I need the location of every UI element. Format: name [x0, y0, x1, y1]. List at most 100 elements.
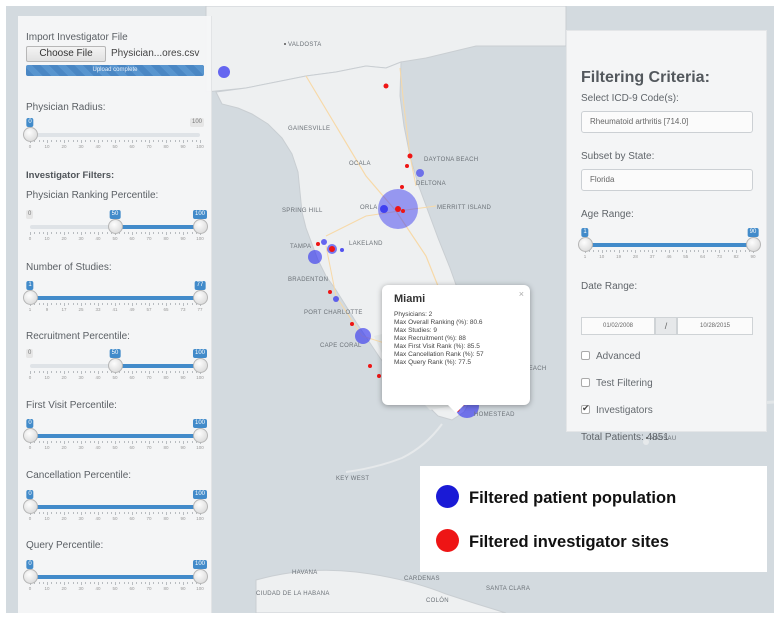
slider-tick-label: 70 [146, 516, 152, 521]
slider-tick [85, 582, 87, 584]
slider-tick [170, 232, 172, 234]
slider-tick [727, 250, 729, 252]
slider-handle[interactable] [193, 499, 208, 514]
slider-tick [161, 371, 163, 373]
slider-tick-label: 50 [112, 375, 118, 380]
slider-tick-label: 37 [649, 254, 655, 259]
investigator-marker[interactable] [401, 209, 405, 213]
slider-tick [652, 250, 654, 253]
slider-tick [140, 371, 142, 373]
checkbox-box[interactable] [581, 378, 590, 387]
slider-handle[interactable] [23, 290, 38, 305]
patient-marker[interactable] [355, 328, 371, 344]
investigator-marker[interactable] [377, 374, 381, 378]
first-visit-slider[interactable]: 0 10 20 30 40 50 60 70 80 90 100 0 100 [23, 419, 208, 451]
patient-marker[interactable] [308, 250, 322, 264]
slider-tick [187, 582, 189, 584]
ranking-label: Physician Ranking Percentile: [26, 190, 159, 201]
patient-marker[interactable] [321, 239, 327, 245]
slider-tick-label: 46 [666, 254, 672, 259]
slider-tick [161, 582, 163, 584]
checkbox-box-checked[interactable] [581, 403, 590, 414]
recruitment-slider[interactable]: 0 0 10 20 30 40 50 60 70 80 90 100 50 100 [26, 349, 208, 380]
close-icon[interactable]: × [519, 289, 524, 299]
slider-tick-label: 100 [196, 375, 204, 380]
physician-radius-label: Physician Radius: [26, 102, 106, 113]
age-range-slider[interactable]: 1 10 19 28 37 46 55 64 73 82 90 1 90 [578, 228, 761, 259]
slider-tick-labels: 0 10 20 30 40 50 60 70 80 90 100 [26, 236, 204, 242]
slider-handle[interactable] [23, 569, 38, 584]
slider-tick [59, 303, 61, 305]
icd-select[interactable]: Rheumatoid arthritis [714.0] [581, 111, 753, 133]
slider-tick-label: 0 [28, 445, 32, 450]
slider-handle[interactable] [193, 290, 208, 305]
slider-tick [614, 250, 616, 252]
investigator-marker[interactable] [405, 164, 409, 168]
investigator-marker[interactable] [383, 83, 389, 89]
slider-tick-label: 73 [180, 307, 186, 312]
slider-tick-label: 0 [28, 586, 32, 591]
slider-tick-labels: 0 10 20 30 40 50 60 70 80 90 100 [26, 445, 204, 451]
slider-tick [136, 232, 138, 234]
date-to-input[interactable]: 10/28/2015 [677, 317, 753, 335]
patient-marker[interactable] [380, 205, 388, 213]
investigators-checkbox[interactable]: Investigators [581, 403, 653, 416]
patient-marker[interactable] [416, 169, 424, 177]
slider-tick-label: 80 [163, 516, 169, 521]
cancellation-slider[interactable]: 0 10 20 30 40 50 60 70 80 90 100 0 100 [23, 490, 208, 521]
slider-tick [85, 303, 87, 305]
patient-marker[interactable] [218, 66, 230, 78]
query-slider[interactable]: 0 10 20 30 40 50 60 70 80 90 100 0 100 [23, 560, 208, 592]
slider-tick [98, 232, 99, 235]
investigator-marker[interactable] [329, 246, 335, 252]
studies-slider[interactable]: 1 9 17 25 33 41 49 57 65 73 77 1 77 [23, 281, 208, 312]
slider-tick-label: 41 [112, 307, 118, 312]
checkbox-box[interactable] [581, 351, 590, 360]
slider-handle[interactable] [23, 428, 38, 443]
slider-tick-labels: 0 10 20 30 40 50 60 70 80 90 100 [26, 586, 204, 592]
slider-handle[interactable] [746, 237, 761, 252]
slider-tick [68, 441, 70, 443]
slider-tick [38, 512, 40, 514]
slider-handle[interactable] [193, 358, 208, 373]
date-from-input[interactable]: 01/02/2008 [581, 317, 655, 335]
slider-handle[interactable] [23, 127, 38, 142]
slider-handle[interactable] [108, 219, 123, 234]
slider-tick [136, 371, 138, 373]
slider-tick [110, 140, 112, 142]
investigator-marker[interactable] [368, 364, 372, 368]
patient-marker[interactable] [340, 248, 344, 252]
slider-tick [106, 371, 108, 373]
slider-tick [51, 140, 53, 142]
slider-tick [102, 441, 104, 443]
investigator-marker[interactable] [350, 322, 354, 326]
slider-handle[interactable] [193, 569, 208, 584]
investigator-marker[interactable] [400, 185, 404, 189]
slider-tick [76, 140, 78, 142]
investigator-marker[interactable] [328, 290, 332, 294]
investigator-marker[interactable] [407, 153, 413, 159]
physician-radius-slider[interactable]: 100 0 10 20 30 40 50 60 70 80 90 100 0 [23, 118, 204, 149]
advanced-checkbox[interactable]: Advanced [581, 351, 640, 362]
slider-tick [618, 250, 620, 253]
slider-handle[interactable] [193, 428, 208, 443]
slider-handle[interactable] [578, 237, 593, 252]
slider-tick [76, 512, 78, 514]
ranking-slider[interactable]: 0 0 10 20 30 40 50 60 70 80 90 100 50 100 [26, 210, 208, 242]
slider-handle[interactable] [23, 499, 38, 514]
slider-tick [601, 250, 603, 253]
slider-fill [30, 505, 200, 509]
investigator-marker[interactable] [316, 242, 320, 246]
slider-value-badge: 100 [192, 210, 208, 219]
slider-tick [64, 232, 65, 235]
test-filtering-checkbox[interactable]: Test Filtering [581, 378, 653, 389]
slider-tick [685, 250, 687, 253]
slider-tick [102, 303, 104, 305]
investigator-marker[interactable] [395, 206, 401, 212]
choose-file-button[interactable]: Choose File [26, 46, 106, 62]
state-select[interactable]: Florida [581, 169, 753, 191]
patient-marker[interactable] [333, 296, 339, 302]
slider-handle[interactable] [193, 219, 208, 234]
slider-handle[interactable] [108, 358, 123, 373]
popup-line: Max First Visit Rank (%): 85.5 [394, 343, 480, 350]
